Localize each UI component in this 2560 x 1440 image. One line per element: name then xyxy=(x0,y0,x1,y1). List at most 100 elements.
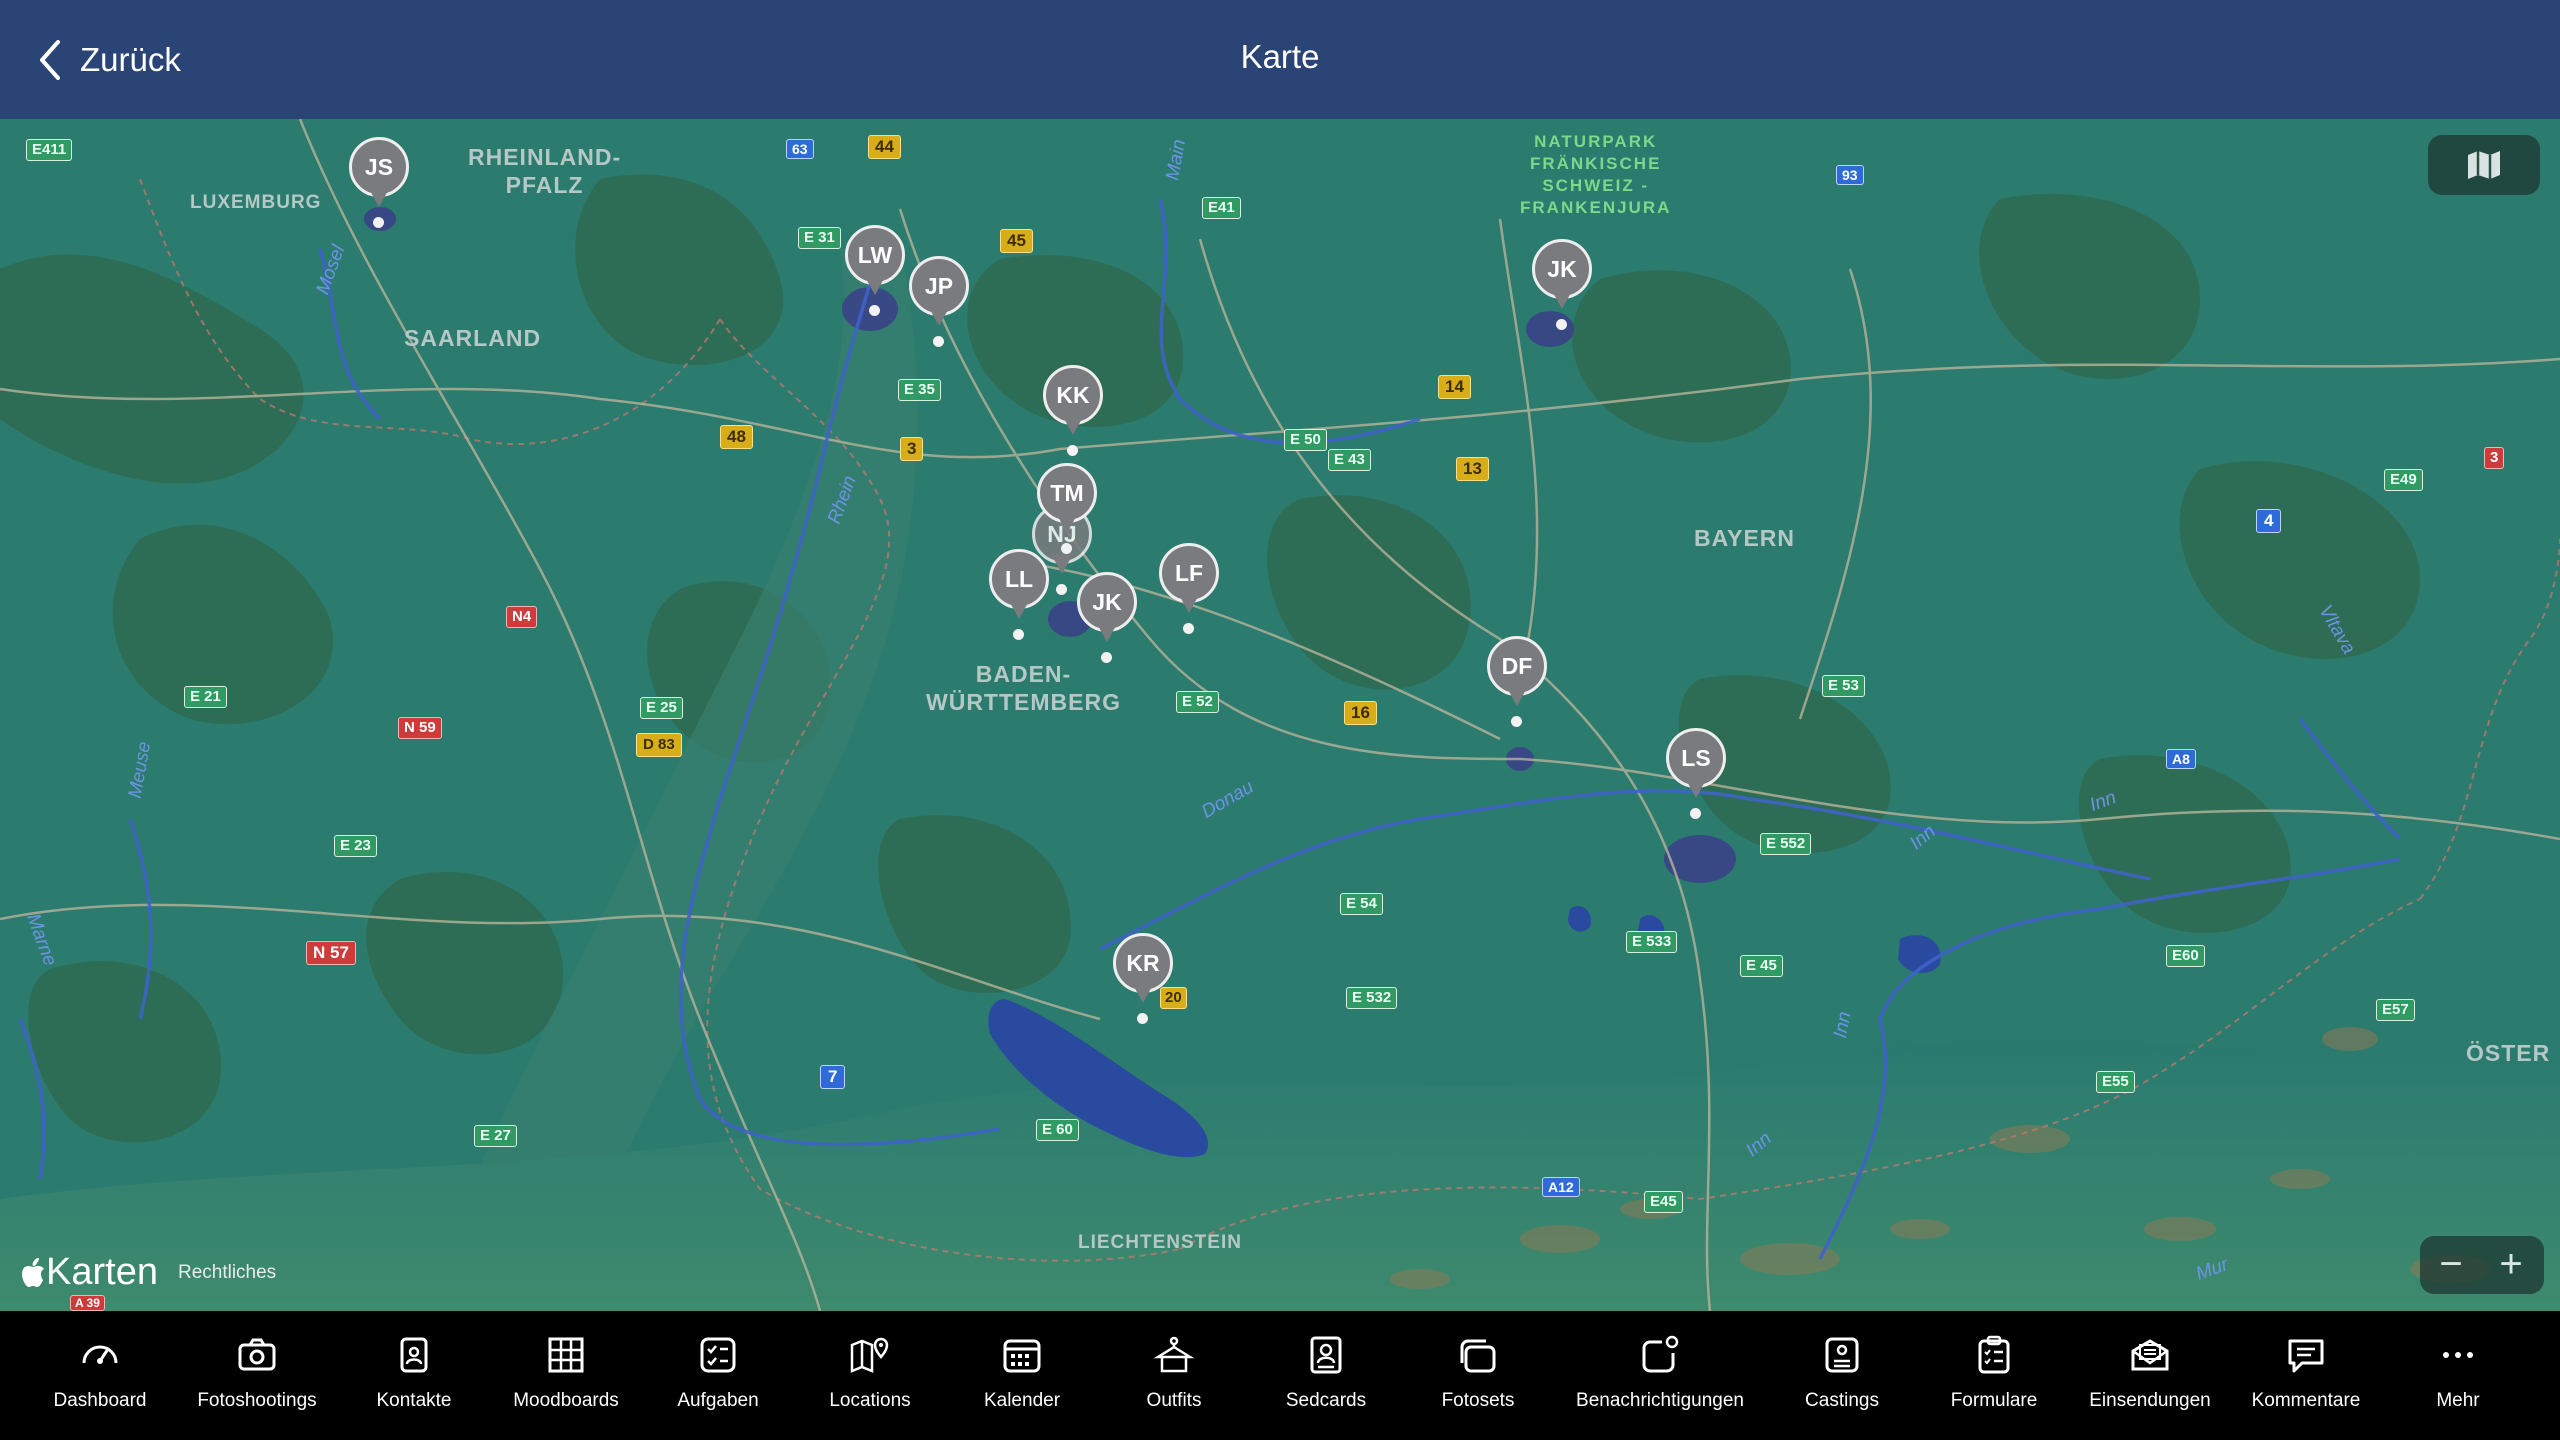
road-shield: 3 xyxy=(2484,447,2505,469)
casting-icon xyxy=(1825,1337,1859,1373)
road-shield: E45 xyxy=(1644,1191,1683,1213)
road-shield: E 54 xyxy=(1340,893,1383,915)
tab-locations[interactable]: Locations xyxy=(795,1333,945,1412)
map-pin[interactable]: LS xyxy=(1663,728,1729,822)
road-shield: D 83 xyxy=(636,733,682,757)
checklist-icon xyxy=(700,1337,736,1373)
tab-castings[interactable]: Castings xyxy=(1767,1333,1917,1412)
tab-dashboard[interactable]: Dashboard xyxy=(25,1333,175,1412)
map-terrain xyxy=(0,119,2560,1311)
road-shield: E 53 xyxy=(1822,675,1865,697)
outfit-icon xyxy=(1153,1336,1195,1373)
region-label-saarland: SAARLAND xyxy=(404,325,542,351)
tab-formulare[interactable]: Formulare xyxy=(1919,1333,2069,1412)
tab-sedcards[interactable]: Sedcards xyxy=(1251,1333,1401,1412)
road-shield: 44 xyxy=(868,135,901,159)
region-label-baden-wuerttemberg: BADEN- WÜRTTEMBERG xyxy=(926,661,1121,715)
road-shield: E 31 xyxy=(798,227,841,249)
map-pin[interactable]: JP xyxy=(906,256,972,350)
tab-fotoshootings[interactable]: Fotoshootings xyxy=(182,1333,332,1412)
map-pin[interactable]: DF xyxy=(1484,636,1550,730)
map-view[interactable]: RHEINLAND- PFALZ LUXEMBURG SAARLAND BADEN… xyxy=(0,119,2560,1311)
zoom-out-button[interactable]: − xyxy=(2426,1242,2476,1288)
more-icon xyxy=(2443,1352,2473,1358)
road-shield: E60 xyxy=(2166,945,2205,967)
road-shield: E49 xyxy=(2384,469,2423,491)
map-pin[interactable]: TM xyxy=(1034,463,1100,557)
road-shield: E 60 xyxy=(1036,1119,1079,1141)
tab-mehr[interactable]: Mehr xyxy=(2383,1333,2533,1412)
tab-label: Kontakte xyxy=(376,1390,452,1411)
river-label-inn-3: Inn xyxy=(1830,1010,1856,1040)
road-shield: E 43 xyxy=(1328,449,1371,471)
zoom-control: − + xyxy=(2420,1236,2544,1294)
road-shield: E 45 xyxy=(1740,955,1783,977)
road-shield: A12 xyxy=(1542,1177,1580,1197)
tab-label: Mehr xyxy=(2436,1390,2480,1411)
road-shield: E411 xyxy=(26,139,73,161)
tab-label: Aufgaben xyxy=(677,1390,759,1411)
road-shield: E 533 xyxy=(1626,931,1678,953)
map-pin[interactable]: LW xyxy=(842,225,908,319)
clipboard-icon xyxy=(1978,1335,2010,1374)
tab-label: Dashboard xyxy=(53,1390,147,1411)
map-pin[interactable]: LL xyxy=(986,549,1052,643)
map-pin[interactable]: JK xyxy=(1529,239,1595,333)
road-shield: E 52 xyxy=(1176,691,1219,713)
road-shield: 14 xyxy=(1438,375,1471,399)
map-pin[interactable]: LF xyxy=(1156,543,1222,637)
region-label-oesterreich: ÖSTER xyxy=(2466,1040,2551,1066)
tab-fotosets[interactable]: Fotosets xyxy=(1403,1333,1553,1412)
notification-icon xyxy=(1642,1335,1679,1373)
tab-kontakte[interactable]: Kontakte xyxy=(339,1333,489,1412)
map-pin[interactable]: KR xyxy=(1110,933,1176,1027)
road-shield: E 35 xyxy=(898,379,941,401)
road-shield: E 25 xyxy=(640,697,683,719)
map-pin[interactable]: KK xyxy=(1040,365,1106,459)
map-pin[interactable]: JS xyxy=(346,137,412,231)
tab-outfits[interactable]: Outfits xyxy=(1099,1333,1249,1412)
region-label-luxemburg: LUXEMBURG xyxy=(190,192,322,213)
tab-kommentare[interactable]: Kommentare xyxy=(2231,1333,2381,1412)
road-shield: E 27 xyxy=(474,1125,517,1147)
tab-label: Fotosets xyxy=(1441,1390,1515,1411)
road-shield: E 552 xyxy=(1760,833,1812,855)
attribution-brand: Karten xyxy=(46,1251,158,1293)
road-shield: 7 xyxy=(820,1065,846,1089)
tab-moodboards[interactable]: Moodboards xyxy=(491,1333,641,1412)
road-shield: 16 xyxy=(1344,701,1377,725)
tab-benachrichtigungen[interactable]: Benachrichtigungen xyxy=(1560,1333,1760,1412)
road-shield: E 532 xyxy=(1346,987,1398,1009)
zoom-in-button[interactable]: + xyxy=(2486,1242,2536,1288)
road-shield: E57 xyxy=(2376,999,2415,1021)
tab-label: Outfits xyxy=(1146,1390,1202,1411)
road-shield: E 23 xyxy=(334,835,377,857)
road-shield: E41 xyxy=(1202,197,1241,219)
header-bar: Zurück Karte xyxy=(0,0,2560,119)
legal-link[interactable]: Rechtliches xyxy=(178,1262,276,1284)
tab-label: Sedcards xyxy=(1285,1390,1367,1411)
gauge-icon xyxy=(82,1345,118,1364)
camera-icon xyxy=(238,1338,276,1371)
road-shield: E 21 xyxy=(184,686,227,708)
road-shield: 45 xyxy=(1000,229,1033,253)
map-attribution: Karten Rechtliches xyxy=(20,1251,276,1294)
map-pin-icon xyxy=(850,1337,889,1373)
sedcard-icon xyxy=(1310,1336,1342,1374)
park-label: NATURPARK FRÄNKISCHE SCHWEIZ - FRANKENJURA xyxy=(1520,132,1672,217)
road-shield: E55 xyxy=(2096,1071,2135,1093)
photo-stack-icon xyxy=(1460,1339,1496,1373)
road-shield: 63 xyxy=(786,139,814,159)
tab-aufgaben[interactable]: Aufgaben xyxy=(643,1333,793,1412)
tab-label: Einsendungen xyxy=(2089,1390,2211,1411)
road-shield: N 59 xyxy=(398,717,442,739)
road-shield: E 50 xyxy=(1284,429,1327,451)
map-style-button[interactable] xyxy=(2428,135,2540,195)
tab-label: Kalender xyxy=(983,1390,1061,1411)
region-label-bayern: BAYERN xyxy=(1694,525,1796,551)
tab-kalender[interactable]: Kalender xyxy=(947,1333,1097,1412)
contact-badge-icon xyxy=(400,1337,428,1373)
map-pin[interactable]: JK xyxy=(1074,572,1140,666)
tab-label: Moodboards xyxy=(513,1390,619,1411)
tab-einsendungen[interactable]: Einsendungen xyxy=(2075,1333,2225,1412)
